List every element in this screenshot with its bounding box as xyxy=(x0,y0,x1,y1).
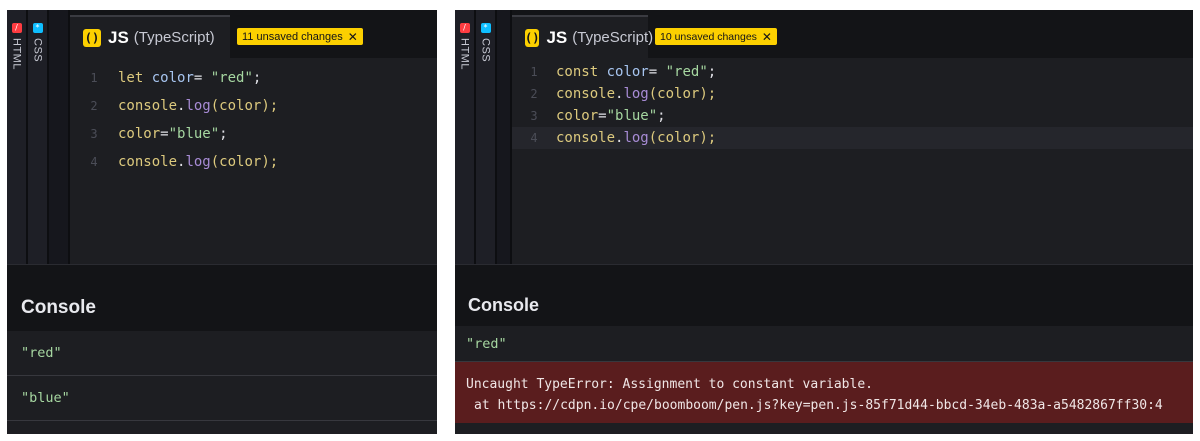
code-token: "red" xyxy=(665,64,708,80)
close-icon[interactable]: ✕ xyxy=(348,30,358,44)
code-token: color xyxy=(151,70,194,86)
code-area[interactable]: 1 let color= "red"; 2 console.log(color)… xyxy=(70,58,437,176)
code-token: console xyxy=(556,130,616,146)
unsaved-changes-text: 10 unsaved changes xyxy=(660,30,757,43)
code-token: = xyxy=(648,64,666,80)
code-token: log xyxy=(623,86,649,102)
console-title: Console xyxy=(7,284,437,331)
line-number: 4 xyxy=(90,155,98,169)
line-number: 2 xyxy=(90,99,98,113)
code-token: const xyxy=(556,64,599,80)
code-line: 3 color="blue"; xyxy=(512,105,1193,127)
css-icon: * xyxy=(32,23,43,33)
tab-html[interactable]: / HTML xyxy=(7,10,28,264)
side-tabs: / HTML * CSS xyxy=(7,10,70,264)
unsaved-changes-text: 11 unsaved changes xyxy=(242,30,343,43)
resize-handle[interactable] xyxy=(7,264,437,285)
code-token: = xyxy=(193,70,211,86)
code-token: log xyxy=(185,98,211,114)
line-number: 3 xyxy=(90,127,98,141)
code-token: "red" xyxy=(210,70,253,86)
console-error-entry: Uncaught TypeError: Assignment to consta… xyxy=(455,362,1193,423)
code-line-active: 4 console.log(color); xyxy=(512,127,1193,149)
editor-header: () JS (TypeScript) 11 unsaved changes ✕ xyxy=(70,10,437,58)
editor-header: () JS (TypeScript) 10 unsaved changes ✕ xyxy=(512,10,1193,58)
right-codepen-panel: / HTML * CSS () JS (TypeScript) 10 unsav… xyxy=(455,10,1193,434)
code-token: console xyxy=(556,86,616,102)
code-token: ; xyxy=(252,70,262,86)
unsaved-changes-badge[interactable]: 11 unsaved changes ✕ xyxy=(237,28,363,45)
side-tabs: / HTML * CSS xyxy=(455,10,512,264)
console-title: Console xyxy=(455,284,1193,326)
error-location-link[interactable]: at https://cdpn.io/cpe/boomboom/pen.js?k… xyxy=(466,395,1182,416)
collapsed-pane xyxy=(49,10,70,264)
code-token: color xyxy=(118,126,161,142)
code-line: 3 color="blue"; xyxy=(70,120,437,148)
tab-css-label: CSS xyxy=(479,38,492,63)
tab-js-lang: (TypeScript) xyxy=(133,29,215,46)
code-token: log xyxy=(623,130,649,146)
code-token: console xyxy=(118,154,178,170)
left-codepen-panel: / HTML * CSS () JS (TypeScript) 11 unsav… xyxy=(7,10,437,434)
code-token: = xyxy=(160,126,169,142)
error-message: Uncaught TypeError: Assignment to consta… xyxy=(466,377,873,392)
console-log-entry: "red" xyxy=(7,331,437,376)
tab-css[interactable]: * CSS xyxy=(28,10,49,264)
resize-handle[interactable] xyxy=(455,264,1193,285)
code-token: ; xyxy=(219,126,228,142)
tab-js[interactable]: () JS (TypeScript) xyxy=(512,15,653,58)
js-editor[interactable]: () JS (TypeScript) 11 unsaved changes ✕ … xyxy=(70,10,437,264)
code-line: 2 console.log(color); xyxy=(512,83,1193,105)
code-line: 2 console.log(color); xyxy=(70,92,437,120)
line-number: 3 xyxy=(530,109,538,123)
code-token: color xyxy=(606,64,649,80)
console-panel: Console "red" Uncaught TypeError: Assign… xyxy=(455,284,1193,434)
code-token: ; xyxy=(657,108,666,124)
line-number: 1 xyxy=(90,71,98,85)
code-line: 1 let color= "red"; xyxy=(70,64,437,92)
tab-html-label: HTML xyxy=(10,38,23,70)
code-area[interactable]: 1 const color= "red"; 2 console.log(colo… xyxy=(512,58,1193,149)
code-token: (color); xyxy=(648,86,717,102)
code-token: (color); xyxy=(210,154,279,170)
code-token: = xyxy=(598,108,607,124)
console-panel: Console "red" "blue" xyxy=(7,284,437,434)
js-icon: () xyxy=(525,28,540,47)
collapsed-pane xyxy=(497,10,512,264)
code-token: console xyxy=(118,98,178,114)
js-icon: () xyxy=(83,28,101,47)
tab-css-label: CSS xyxy=(31,38,44,63)
unsaved-changes-badge[interactable]: 10 unsaved changes ✕ xyxy=(655,28,777,45)
code-line: 4 console.log(color); xyxy=(70,148,437,176)
code-line: 1 const color= "red"; xyxy=(512,61,1193,83)
tab-js-lang: (TypeScript) xyxy=(572,29,654,46)
css-icon: * xyxy=(480,23,491,33)
code-token: (color); xyxy=(210,98,279,114)
tab-html[interactable]: / HTML xyxy=(455,10,476,264)
line-number: 1 xyxy=(530,65,538,79)
code-token: "blue" xyxy=(168,126,220,142)
code-token: (color); xyxy=(648,130,717,146)
code-token: "blue" xyxy=(606,108,658,124)
line-number: 2 xyxy=(530,87,538,101)
tab-html-label: HTML xyxy=(458,38,471,70)
console-log-entry: "red" xyxy=(455,326,1193,362)
code-token: let xyxy=(118,70,144,86)
console-log-entry: "blue" xyxy=(7,376,437,421)
tab-js[interactable]: () JS (TypeScript) xyxy=(70,15,230,58)
tab-css[interactable]: * CSS xyxy=(476,10,497,264)
code-token: color xyxy=(556,108,599,124)
code-token: ; xyxy=(707,64,717,80)
tab-js-name: JS xyxy=(108,27,129,47)
code-token: log xyxy=(185,154,211,170)
line-number: 4 xyxy=(530,131,538,145)
tab-js-name: JS xyxy=(546,27,568,47)
html-icon: / xyxy=(11,23,22,33)
html-icon: / xyxy=(459,23,470,33)
close-icon[interactable]: ✕ xyxy=(762,30,772,44)
js-editor[interactable]: () JS (TypeScript) 10 unsaved changes ✕ … xyxy=(512,10,1193,264)
